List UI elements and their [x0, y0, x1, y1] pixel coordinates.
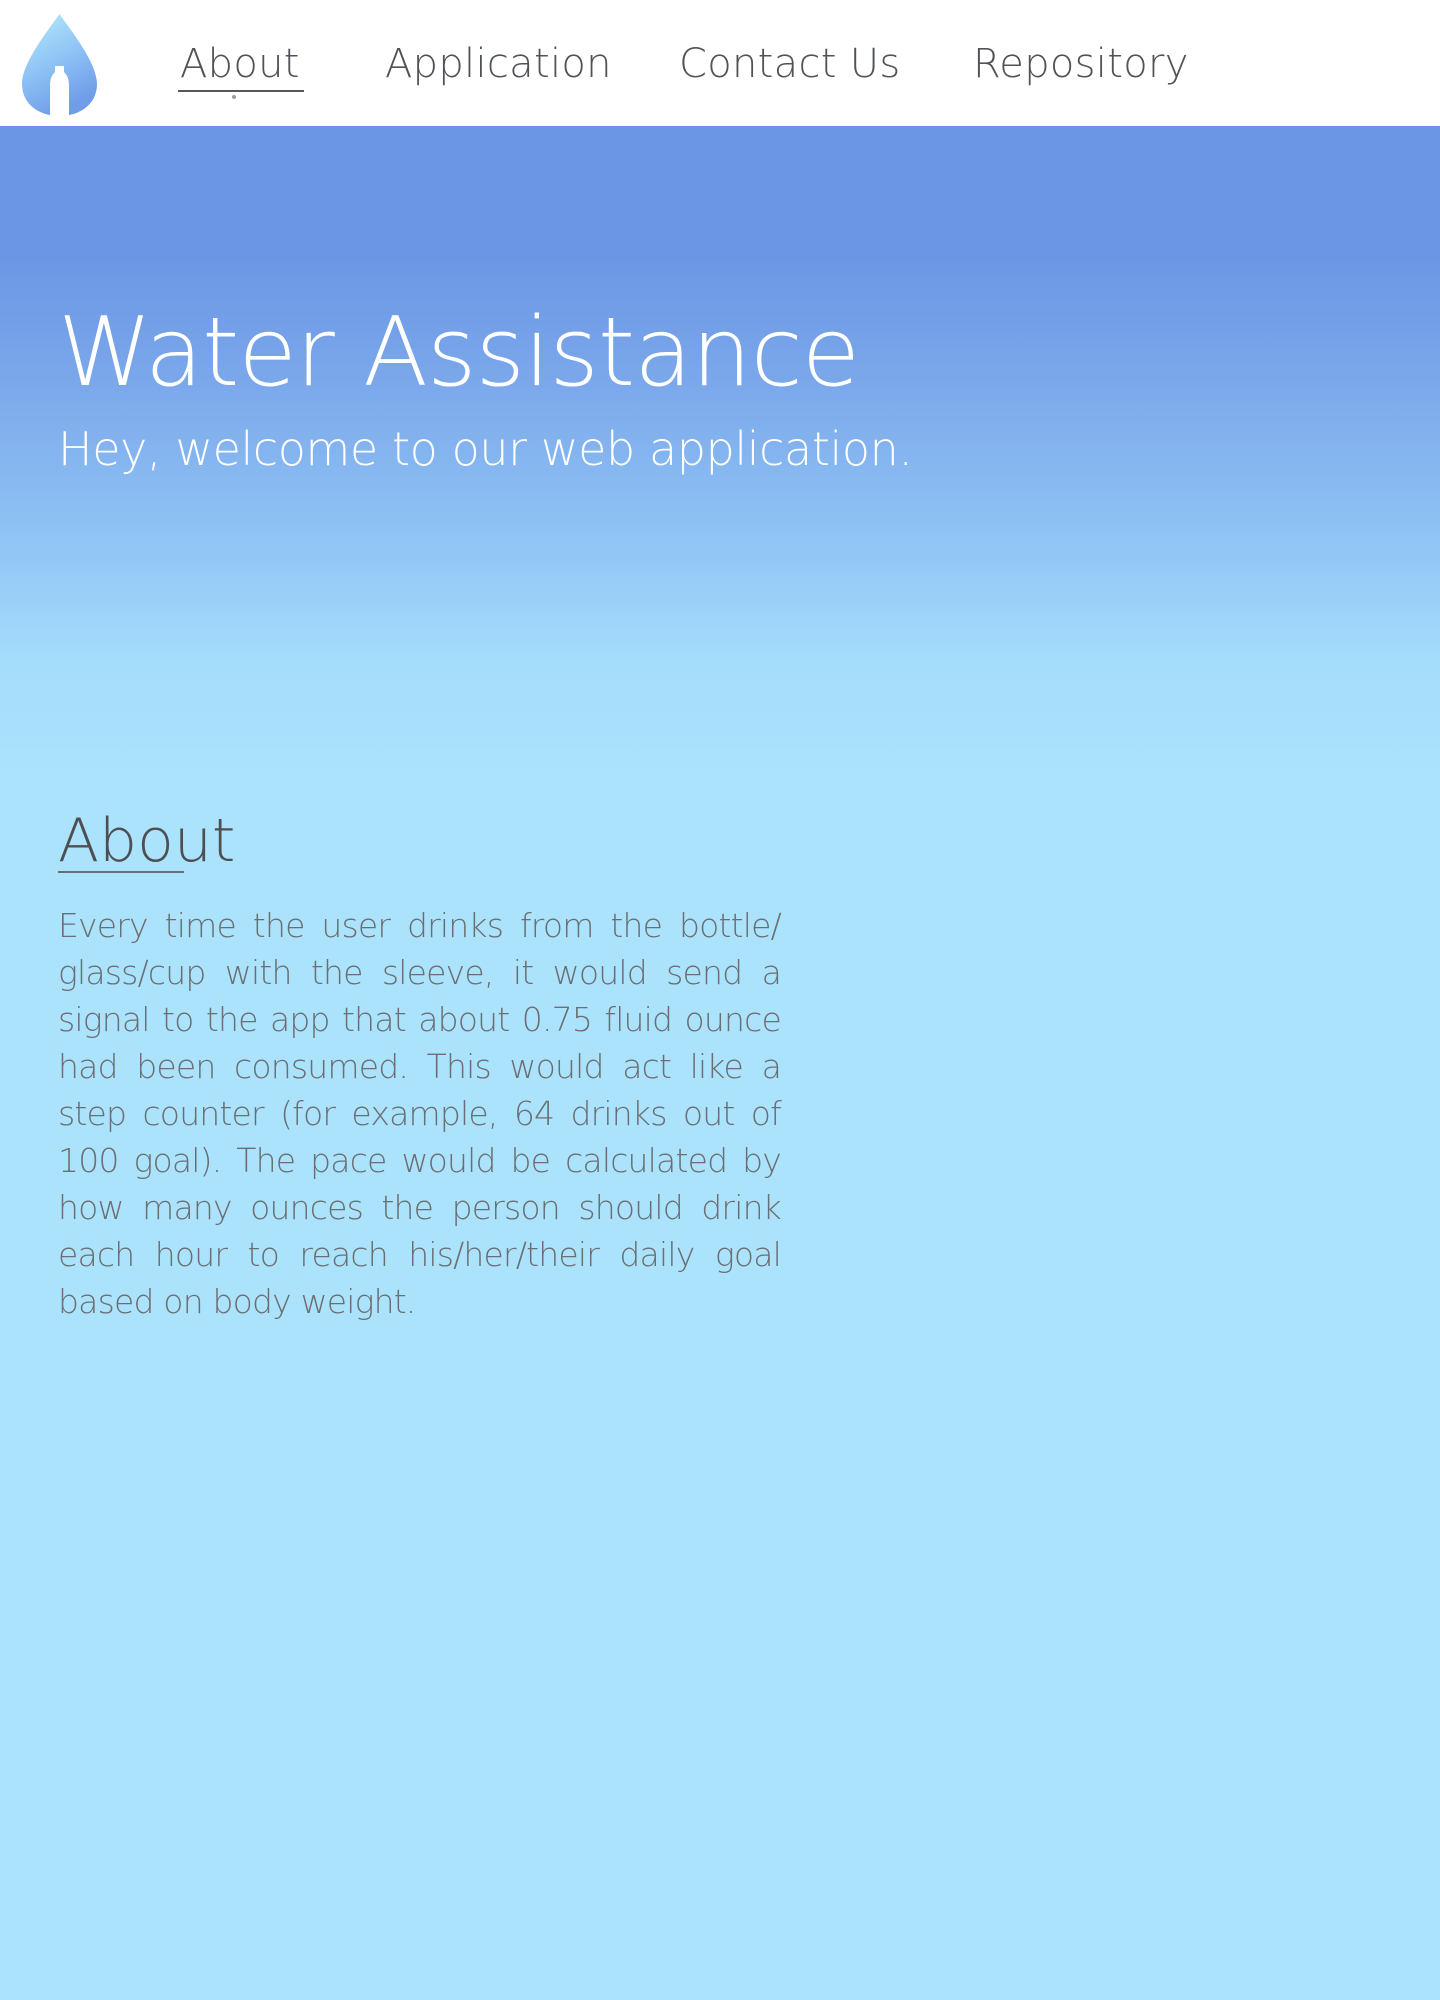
hero-banner: Water Assistance Hey, welcome to our web… [0, 126, 1440, 776]
about-heading: About [58, 806, 236, 876]
about-description: Every time the user drinks from the bott… [58, 906, 782, 1321]
nav-link-about[interactable]: About [178, 38, 304, 92]
water-drop-bottle-icon[interactable] [22, 14, 97, 116]
top-navbar: About Application Contact Us Repository [0, 0, 1440, 126]
nav-link-contact-us[interactable]: Contact Us [679, 38, 900, 90]
active-indicator-dot [232, 95, 236, 99]
nav-link-application[interactable]: Application [385, 38, 612, 90]
hero-subtitle: Hey, welcome to our web application. [58, 422, 913, 476]
nav-link-repository[interactable]: Repository [973, 38, 1189, 90]
about-heading-underline [58, 871, 184, 873]
hero-title: Water Assistance [58, 298, 860, 408]
